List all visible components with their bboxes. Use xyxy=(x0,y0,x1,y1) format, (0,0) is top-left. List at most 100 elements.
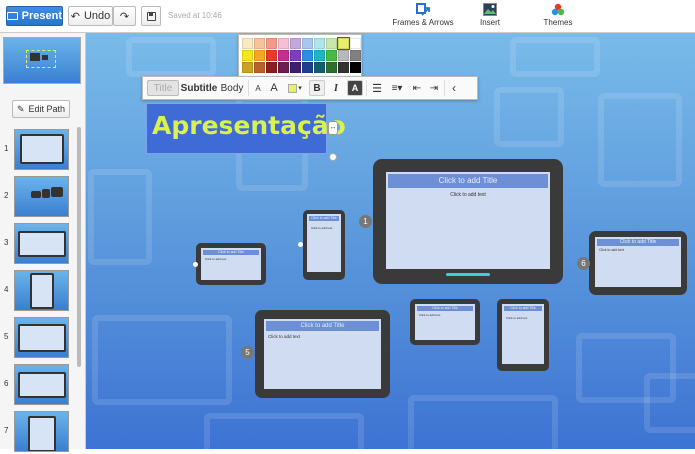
save-button[interactable] xyxy=(141,6,161,26)
frame-title-placeholder[interactable]: Click to add Title xyxy=(203,250,259,255)
color-swatch[interactable] xyxy=(350,50,361,61)
color-swatch[interactable] xyxy=(266,62,277,73)
color-swatch[interactable] xyxy=(326,50,337,61)
path-badge[interactable]: 1 xyxy=(359,215,372,228)
frame-title-placeholder[interactable]: Click to add Title xyxy=(417,306,473,311)
indent-decrease-icon[interactable]: ⇤ xyxy=(410,80,424,96)
edit-path-button[interactable]: ✎ Edit Path xyxy=(12,100,70,118)
decrease-font-size-button[interactable]: A xyxy=(252,80,264,96)
path-item[interactable]: 3 xyxy=(0,223,76,266)
color-swatch[interactable] xyxy=(278,62,289,73)
indent-increase-icon[interactable]: ⇥ xyxy=(427,80,441,96)
color-swatch[interactable] xyxy=(254,62,265,73)
frame-text-placeholder[interactable]: Click to add text xyxy=(205,257,226,261)
frame-screen: Click to add Title Click to add text xyxy=(307,214,341,272)
color-swatch[interactable] xyxy=(290,38,301,49)
frame-screen: Click to add Title Click to add text xyxy=(386,172,550,269)
path-thumbnail xyxy=(14,364,69,405)
background-device xyxy=(408,395,558,449)
frame-screen: Click to add Title Click to add text xyxy=(502,304,544,364)
top-toolbar: Present ↶ Undo ↷ Saved at 10:46 Frames &… xyxy=(0,0,695,33)
path-thumbnail xyxy=(14,411,69,452)
frame-title-placeholder[interactable]: Click to add Title xyxy=(504,306,542,311)
insert-tool[interactable]: Insert xyxy=(474,3,506,27)
path-item[interactable]: 5 xyxy=(0,317,76,360)
color-swatch[interactable] xyxy=(314,50,325,61)
color-swatch[interactable] xyxy=(314,62,325,73)
increase-font-size-button[interactable]: A xyxy=(267,80,281,96)
color-swatch[interactable] xyxy=(350,62,361,73)
frame-title-placeholder[interactable]: Click to add Title xyxy=(388,174,548,188)
presentation-canvas[interactable]: Click to add Title Click to add text 1 C… xyxy=(86,33,695,449)
presentation-title[interactable]: Apresentação xyxy=(152,111,346,140)
path-item[interactable]: 1 xyxy=(0,129,76,172)
frames-arrows-tool[interactable]: Frames & Arrows xyxy=(392,3,454,27)
color-swatch[interactable] xyxy=(242,50,253,61)
color-swatch[interactable] xyxy=(254,38,265,49)
color-swatch[interactable] xyxy=(302,50,313,61)
frame-title-placeholder[interactable]: Click to add Title xyxy=(309,216,339,221)
color-swatch[interactable] xyxy=(302,62,313,73)
bold-button[interactable]: B xyxy=(309,80,325,96)
path-badge[interactable]: 5 xyxy=(241,346,254,359)
title-text-box[interactable]: Apresentação xyxy=(146,103,346,154)
frame-text-placeholder[interactable]: Click to add text xyxy=(599,248,624,252)
color-swatch[interactable] xyxy=(254,50,265,61)
color-swatch[interactable] xyxy=(337,37,350,50)
path-item[interactable]: 2 xyxy=(0,176,76,219)
path-item[interactable]: 6 xyxy=(0,364,76,407)
color-swatch[interactable] xyxy=(338,50,349,61)
path-badge[interactable]: 6 xyxy=(577,257,590,270)
color-swatch[interactable] xyxy=(266,50,277,61)
overview-thumbnail[interactable] xyxy=(3,37,81,84)
color-swatch[interactable] xyxy=(326,38,337,49)
bullet-list-icon[interactable]: ☰ xyxy=(370,80,384,96)
themes-tool[interactable]: Themes xyxy=(540,3,576,27)
redo-button[interactable]: ↷ xyxy=(113,6,136,26)
device-frame-7[interactable]: Click to add Title Click to add text xyxy=(410,299,480,345)
color-swatch[interactable] xyxy=(242,62,253,73)
frame-text-placeholder[interactable]: Click to add text xyxy=(419,313,440,317)
undo-button[interactable]: ↶ Undo xyxy=(68,6,113,26)
device-frame-3[interactable]: Click to add Title Click to add text xyxy=(303,210,345,280)
device-frame-8[interactable]: Click to add Title Click to add text xyxy=(497,299,549,371)
present-button[interactable]: Present xyxy=(6,6,63,26)
highlight-button[interactable]: A xyxy=(347,80,363,96)
style-body-button[interactable]: Body xyxy=(219,80,245,96)
color-swatch[interactable] xyxy=(326,62,337,73)
frame-title-placeholder[interactable]: Click to add Title xyxy=(266,321,379,331)
device-frame-2[interactable]: Click to add Title Click to add text xyxy=(196,243,266,285)
resize-handle[interactable]: ↔ xyxy=(328,121,338,135)
path-item[interactable]: 4 xyxy=(0,270,76,313)
text-color-dropdown[interactable]: ▾ xyxy=(284,80,306,96)
frame-title-placeholder[interactable]: Click to add Title xyxy=(597,239,679,246)
color-swatch[interactable] xyxy=(278,38,289,49)
sidebar-scrollbar[interactable] xyxy=(77,127,81,367)
tablet-frame-1[interactable]: Click to add Title Click to add text xyxy=(373,159,563,284)
color-swatch[interactable] xyxy=(314,38,325,49)
device-frame-5[interactable]: Click to add Title Click to add text xyxy=(255,310,390,398)
style-subtitle-button[interactable]: Subtitle xyxy=(181,80,218,96)
color-swatch[interactable] xyxy=(278,50,289,61)
rotate-handle[interactable] xyxy=(329,153,337,161)
align-dropdown-icon[interactable]: ≡▾ xyxy=(387,80,407,96)
italic-button[interactable]: I xyxy=(328,80,344,96)
frame-text-placeholder[interactable]: Click to add text xyxy=(506,316,527,320)
color-swatch[interactable] xyxy=(266,38,277,49)
path-thumbnail xyxy=(14,270,69,311)
color-swatch[interactable] xyxy=(302,38,313,49)
style-title-button[interactable]: Title xyxy=(147,80,179,96)
color-swatch[interactable] xyxy=(350,38,361,49)
collapse-toolbar-button[interactable]: ‹ xyxy=(448,80,460,96)
frame-text-placeholder[interactable]: Click to add text xyxy=(311,226,332,230)
frame-text-placeholder[interactable]: Click to add text xyxy=(386,192,550,198)
path-item[interactable]: 7 xyxy=(0,411,76,454)
color-swatch[interactable] xyxy=(290,62,301,73)
frame-text-placeholder[interactable]: Click to add text xyxy=(268,334,300,339)
color-swatch[interactable] xyxy=(290,50,301,61)
color-swatch[interactable] xyxy=(242,38,253,49)
device-frame-6[interactable]: Click to add Title Click to add text xyxy=(589,231,687,295)
path-thumbnail xyxy=(14,129,69,170)
color-swatch[interactable] xyxy=(338,62,349,73)
redo-arrow-icon: ↷ xyxy=(119,10,130,23)
